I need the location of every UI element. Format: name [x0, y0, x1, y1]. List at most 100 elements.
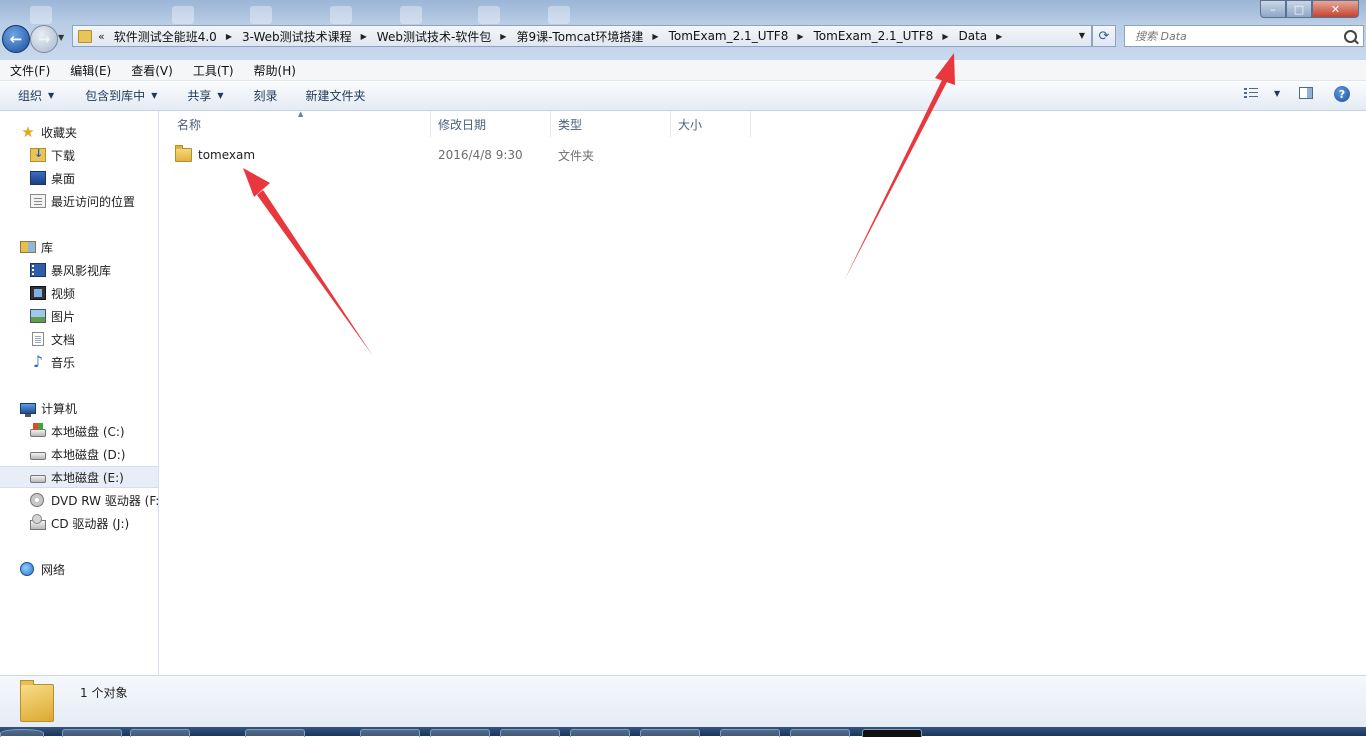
picture-icon	[30, 309, 46, 323]
menu-view[interactable]: 查看(V)	[121, 62, 183, 79]
breadcrumb-item[interactable]: Web测试技术-软件包 ▶	[377, 28, 517, 45]
menu-bar: 文件(F) 编辑(E) 查看(V) 工具(T) 帮助(H)	[0, 60, 1366, 81]
help-button[interactable]: ?	[1334, 86, 1350, 102]
menu-file[interactable]: 文件(F)	[0, 62, 60, 79]
breadcrumb-separator-button[interactable]: ▶	[500, 32, 506, 41]
background-desktop-icon	[30, 6, 52, 24]
search-input[interactable]	[1133, 28, 1347, 44]
recent-pages-dropdown[interactable]: ▼	[58, 33, 64, 42]
nav-label: 下载	[51, 148, 76, 163]
nav-item-drive-c[interactable]: 本地磁盘 (C:)	[0, 420, 158, 442]
cd-drive-icon	[30, 514, 46, 530]
nav-item-downloads[interactable]: 下载	[0, 144, 158, 166]
burn-button[interactable]: 刻录	[254, 87, 278, 104]
nav-label: CD 驱动器 (J:)	[51, 516, 130, 531]
system-drive-icon	[30, 423, 46, 437]
menu-edit[interactable]: 编辑(E)	[60, 62, 121, 79]
network-globe-icon	[20, 562, 34, 576]
breadcrumb-overflow-button[interactable]: «	[98, 30, 105, 43]
share-button[interactable]: 共享 ▼	[187, 87, 223, 104]
breadcrumb-item[interactable]: 软件测试全能班4.0 ▶	[114, 28, 242, 45]
nav-label: DVD RW 驱动器 (F:	[51, 493, 159, 508]
nav-item-music[interactable]: ♪ 音乐	[0, 351, 158, 373]
breadcrumb-separator-button[interactable]: ▶	[996, 32, 1002, 41]
nav-item-recent-places[interactable]: 最近访问的位置	[0, 190, 158, 212]
navigation-pane: ★收藏夹 下载 桌面 最近访问的位置 库 暴风影视库 视频 图片 文档 ♪音乐 …	[0, 111, 159, 675]
breadcrumb-separator-button[interactable]: ▶	[797, 32, 803, 41]
background-desktop-icon	[548, 6, 570, 24]
column-header-type[interactable]: 类型	[551, 111, 671, 137]
document-icon	[32, 332, 44, 346]
organize-label: 组织	[18, 89, 43, 103]
nav-item-drive-d[interactable]: 本地磁盘 (D:)	[0, 443, 158, 465]
include-in-library-label: 包含到库中	[85, 89, 146, 103]
breadcrumb-label: TomExam_2.1_UTF8	[668, 29, 789, 43]
new-folder-button[interactable]: 新建文件夹	[306, 87, 366, 104]
column-header-name[interactable]: 名称 ▲	[159, 110, 431, 137]
breadcrumb-label: Web测试技术-软件包	[376, 29, 492, 44]
nav-item-dvd-drive[interactable]: DVD RW 驱动器 (F:	[0, 489, 158, 511]
file-list-view[interactable]: 名称 ▲ 修改日期 类型 大小 tomexam 2016/4/8 9:30 文件…	[159, 110, 1366, 675]
nav-label: 本地磁盘 (C:)	[51, 424, 125, 439]
nav-item-drive-e[interactable]: 本地磁盘 (E:)	[0, 466, 158, 488]
breadcrumb-separator-button[interactable]: ▶	[361, 32, 367, 41]
menu-help[interactable]: 帮助(H)	[244, 62, 306, 79]
search-box[interactable]	[1124, 25, 1364, 47]
hard-drive-icon	[30, 452, 46, 460]
nav-libraries[interactable]: 库	[0, 236, 158, 258]
nav-item-cd-drive[interactable]: CD 驱动器 (J:)	[0, 512, 158, 534]
nav-label: 文档	[51, 332, 76, 347]
include-in-library-button[interactable]: 包含到库中 ▼	[85, 87, 157, 104]
view-options-icon	[1244, 87, 1258, 99]
refresh-button[interactable]: ⟳	[1092, 25, 1116, 47]
file-row[interactable]: tomexam 2016/4/8 9:30 文件夹	[175, 145, 605, 165]
item-count: 1 个对象	[80, 686, 128, 700]
folder-icon	[175, 145, 192, 162]
address-bar[interactable]: « 软件测试全能班4.0 ▶ 3-Web测试技术课程 ▶ Web测试技术-软件包 ▶ …	[72, 25, 1092, 47]
breadcrumb-separator-button[interactable]: ▶	[942, 32, 948, 41]
breadcrumb-item[interactable]: TomExam_2.1_UTF8 ▶	[814, 29, 959, 43]
search-icon[interactable]	[1344, 30, 1357, 43]
menu-tools[interactable]: 工具(T)	[183, 62, 244, 79]
column-label: 名称	[177, 117, 202, 132]
back-button[interactable]: ←	[2, 25, 30, 53]
video-icon	[30, 286, 46, 300]
breadcrumb-item[interactable]: 3-Web测试技术课程 ▶	[242, 28, 377, 45]
close-button[interactable]: ✕	[1312, 0, 1359, 18]
nav-item-baofeng-library[interactable]: 暴风影视库	[0, 259, 158, 281]
breadcrumb-item-current[interactable]: Data ▶	[958, 29, 1012, 43]
address-history-dropdown[interactable]: ▼	[1079, 31, 1085, 40]
background-desktop-icon	[330, 6, 352, 24]
nav-item-documents[interactable]: 文档	[0, 328, 158, 350]
minimize-button[interactable]: –	[1260, 0, 1286, 18]
breadcrumb-item[interactable]: 第9课-Tomcat环境搭建 ▶	[516, 28, 668, 45]
column-header-size[interactable]: 大小	[671, 111, 751, 137]
help-icon: ?	[1334, 86, 1350, 102]
file-type: 文件夹	[558, 148, 595, 163]
nav-computer[interactable]: 计算机	[0, 397, 158, 419]
nav-network[interactable]: 网络	[0, 558, 158, 580]
breadcrumb-item[interactable]: TomExam_2.1_UTF8 ▶	[669, 29, 814, 43]
organize-button[interactable]: 组织 ▼	[18, 87, 54, 104]
forward-button[interactable]: →	[30, 25, 58, 53]
breadcrumb-separator-button[interactable]: ▶	[226, 32, 232, 41]
column-header-date-modified[interactable]: 修改日期	[431, 111, 551, 137]
nav-label: 本地磁盘 (E:)	[51, 470, 124, 485]
chevron-down-icon: ▼	[1274, 88, 1281, 98]
chevron-down-icon: ▼	[217, 91, 224, 100]
folder-icon	[78, 29, 92, 43]
nav-item-pictures[interactable]: 图片	[0, 305, 158, 327]
window-controls: – □ ✕	[1260, 0, 1359, 18]
nav-item-videos[interactable]: 视频	[0, 282, 158, 304]
nav-item-desktop[interactable]: 桌面	[0, 167, 158, 189]
breadcrumb-separator-button[interactable]: ▶	[652, 32, 658, 41]
nav-favorites[interactable]: ★ 收藏夹	[0, 121, 158, 143]
breadcrumb-label: 第9课-Tomcat环境搭建	[516, 29, 644, 44]
maximize-button[interactable]: □	[1286, 0, 1312, 18]
preview-pane-button[interactable]	[1299, 87, 1313, 99]
nav-label: 计算机	[41, 401, 78, 416]
change-view-button[interactable]: ▼	[1244, 87, 1280, 99]
film-library-icon	[30, 263, 46, 277]
nav-label: 图片	[51, 309, 76, 324]
downloads-folder-icon	[30, 147, 46, 162]
